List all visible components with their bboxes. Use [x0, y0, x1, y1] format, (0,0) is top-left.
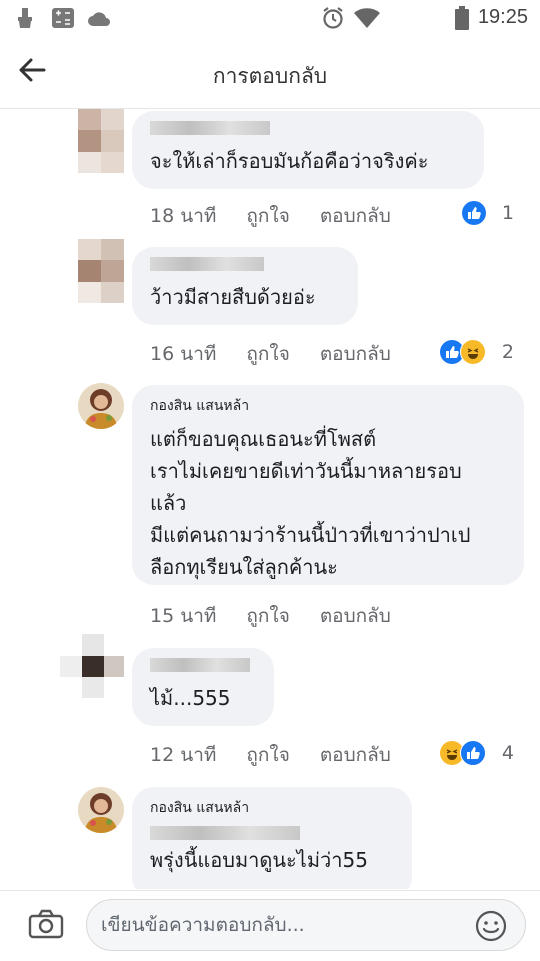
reactions-summary[interactable]: 2 [439, 339, 514, 365]
like-link[interactable]: ถูกใจ [246, 201, 289, 231]
comment-meta: 18 นาที ถูกใจ ตอบกลับ [150, 201, 421, 231]
avatar[interactable] [78, 239, 124, 303]
comment-bubble[interactable]: กองสิน แสนหล้า แต่ก็ขอบคุณเธอนะที่โพสต์ … [132, 385, 524, 585]
like-reaction-icon [459, 740, 486, 766]
smiley-icon[interactable] [475, 910, 507, 942]
comment-item: จะให้เล่าก็รอบมันก้อคือว่าจริงค่ะ 18 นาท… [0, 109, 540, 239]
reply-link[interactable]: ตอบกลับ [320, 339, 391, 369]
comment-time: 15 นาที [150, 605, 217, 627]
alarm-icon [320, 6, 346, 30]
reply-link[interactable]: ตอบกลับ [320, 740, 391, 770]
like-link[interactable]: ถูกใจ [246, 740, 289, 770]
reaction-count: 2 [501, 341, 514, 363]
calculator-icon [50, 6, 76, 30]
status-bar: 19:25 [0, 0, 540, 36]
page-title: การตอบกลับ [212, 64, 328, 88]
avatar[interactable] [78, 787, 124, 833]
comment-item: ว้าวมีสายสืบด้วยอ่ะ 16 นาที ถูกใจ ตอบกลั… [0, 239, 540, 379]
redacted-name [150, 121, 270, 135]
comment-bubble[interactable]: จะให้เล่าก็รอบมันก้อคือว่าจริงค่ะ [132, 111, 484, 189]
brush-icon [14, 6, 36, 30]
reply-input[interactable]: เขียนข้อความตอบกลับ... [86, 899, 526, 951]
reaction-count: 1 [501, 202, 514, 224]
comment-time: 18 นาที [150, 205, 217, 227]
comment-bubble[interactable]: ไม้...555 [132, 648, 274, 726]
avatar[interactable] [60, 634, 124, 698]
comment-item: ไม้...555 12 นาที ถูกใจ ตอบกลับ 4 [0, 634, 540, 774]
reply-composer: เขียนข้อความตอบกลับ... [0, 890, 540, 961]
reply-input-placeholder: เขียนข้อความตอบกลับ... [101, 914, 305, 936]
status-time: 19:25 [477, 6, 528, 28]
camera-icon[interactable] [28, 909, 64, 941]
comment-meta: 16 นาที ถูกใจ ตอบกลับ [150, 339, 421, 369]
avatar[interactable] [78, 383, 124, 429]
comment-text: แต่ก็ขอบคุณเธอนะที่โพสต์ เราไม่เคยขายดีเ… [150, 427, 471, 579]
reply-link[interactable]: ตอบกลับ [320, 201, 391, 231]
reactions-summary[interactable]: 1 [461, 201, 514, 225]
app-bar: การตอบกลับ [0, 36, 540, 109]
commenter-name[interactable]: กองสิน แสนหล้า [150, 797, 394, 819]
wifi-icon [352, 6, 382, 30]
reply-link[interactable]: ตอบกลับ [320, 601, 391, 631]
like-link[interactable]: ถูกใจ [246, 601, 289, 631]
cloud-icon [86, 6, 112, 30]
comment-time: 12 นาที [150, 744, 217, 766]
comment-text: พรุ่งนี้แอบมาดูนะไม่ว่า55 [150, 848, 368, 872]
redacted-name [150, 257, 264, 271]
haha-reaction-icon [459, 339, 486, 365]
comment-bubble[interactable]: กองสิน แสนหล้า พรุ่งนี้แอบมาดูนะไม่ว่า55 [132, 787, 412, 889]
redacted-text [150, 826, 300, 840]
comment-meta: 12 นาที ถูกใจ ตอบกลับ [150, 740, 421, 770]
like-reaction-icon [461, 201, 486, 225]
comment-item: กองสิน แสนหล้า พรุ่งนี้แอบมาดูนะไม่ว่า55 [0, 777, 540, 889]
battery-icon [454, 6, 470, 30]
comment-meta: 15 นาที ถูกใจ ตอบกลับ [150, 601, 421, 631]
commenter-name[interactable]: กองสิน แสนหล้า [150, 395, 506, 417]
comment-bubble[interactable]: ว้าวมีสายสืบด้วยอ่ะ [132, 247, 358, 325]
avatar[interactable] [78, 109, 124, 173]
reaction-count: 4 [501, 742, 514, 764]
comment-text: ไม้...555 [150, 686, 231, 710]
comment-thread[interactable]: จะให้เล่าก็รอบมันก้อคือว่าจริงค่ะ 18 นาท… [0, 109, 540, 889]
comment-time: 16 นาที [150, 343, 217, 365]
like-link[interactable]: ถูกใจ [246, 339, 289, 369]
reactions-summary[interactable]: 4 [439, 740, 514, 766]
comment-item: กองสิน แสนหล้า แต่ก็ขอบคุณเธอนะที่โพสต์ … [0, 379, 540, 634]
comment-text: ว้าวมีสายสืบด้วยอ่ะ [150, 285, 316, 309]
comment-text: จะให้เล่าก็รอบมันก้อคือว่าจริงค่ะ [150, 149, 429, 173]
redacted-name [150, 658, 250, 672]
